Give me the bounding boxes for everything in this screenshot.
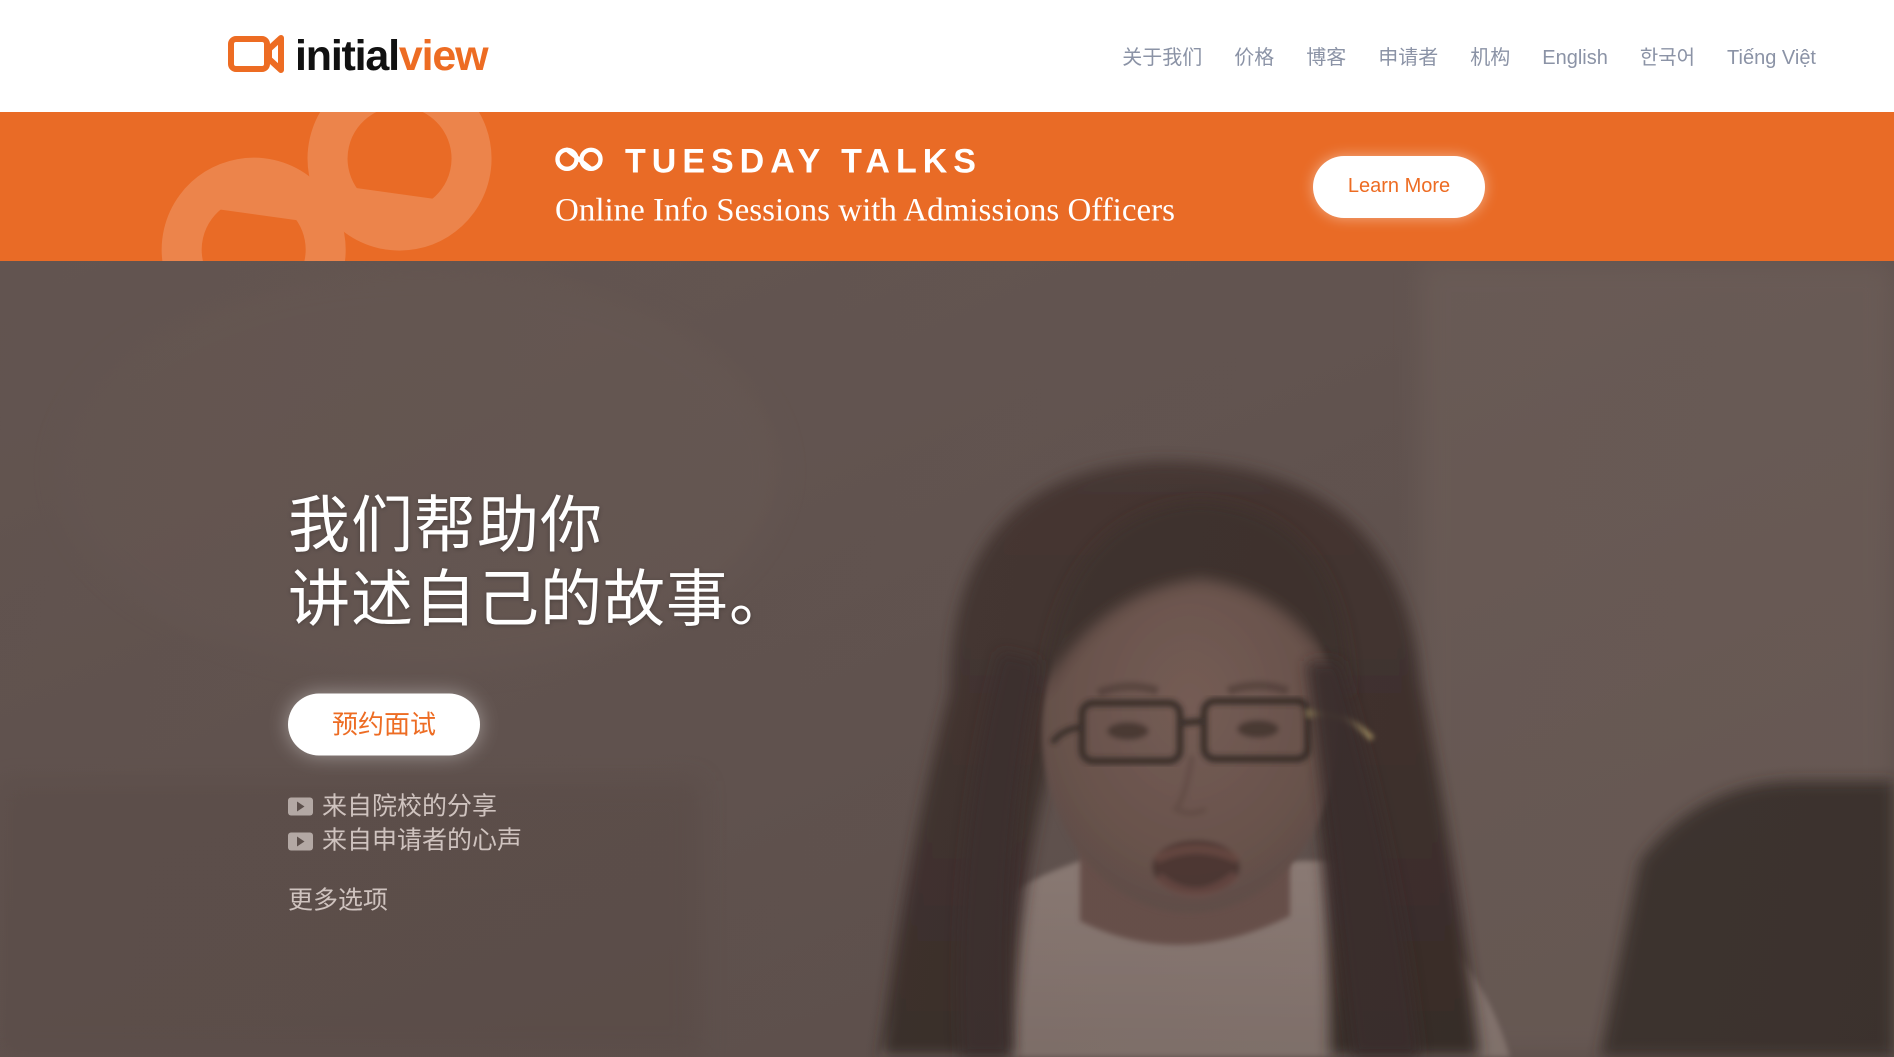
hero-content: 我们帮助你 讲述自己的故事。 预约面试 来自院校的分享 来自申请者的心声 更多选… <box>288 489 792 915</box>
nav-item-lang-korean[interactable]: 한국어 <box>1624 42 1711 74</box>
video-link-applicants[interactable]: 来自申请者的心声 <box>288 826 792 858</box>
hero-video-links: 来自院校的分享 来自申请者的心声 <box>288 791 792 857</box>
play-icon <box>288 832 313 851</box>
video-link-schools[interactable]: 来自院校的分享 <box>288 791 792 823</box>
nav-item-blog[interactable]: 博客 <box>1290 42 1362 74</box>
logo-word-initial: initial <box>295 31 400 80</box>
nav-item-pricing[interactable]: 价格 <box>1218 42 1290 74</box>
banner-title: TUESDAY TALKS <box>625 141 982 180</box>
nav-item-about[interactable]: 关于我们 <box>1106 42 1218 74</box>
video-link-schools-label: 来自院校的分享 <box>322 792 498 820</box>
play-icon <box>288 797 313 816</box>
nav-item-institutions[interactable]: 机构 <box>1454 42 1526 74</box>
promo-banner: TUESDAY TALKS Online Info Sessions with … <box>0 112 1894 261</box>
hero-heading: 我们帮助你 讲述自己的故事。 <box>288 491 793 635</box>
site-header: initialview 关于我们 价格 博客 申请者 机构 English 한국… <box>0 0 1894 112</box>
logo-word-view: view <box>398 31 489 80</box>
banner-subtitle: Online Info Sessions with Admissions Off… <box>555 191 1175 228</box>
hero-section: 我们帮助你 讲述自己的故事。 预约面试 来自院校的分享 来自申请者的心声 更多选… <box>0 261 1894 1057</box>
video-link-applicants-label: 来自申请者的心声 <box>322 826 523 855</box>
main-navigation: 关于我们 价格 博客 申请者 机构 English 한국어 Tiếng Việt <box>1106 42 1832 74</box>
hero-video-still <box>0 261 1894 1057</box>
logo-wordmark: initialview <box>295 31 489 80</box>
video-camera-icon <box>228 33 286 80</box>
hero-cta-wrap: 预约面试 <box>288 637 792 755</box>
book-interview-button[interactable]: 预约面试 <box>288 693 481 755</box>
banner-text-block: TUESDAY TALKS Online Info Sessions with … <box>555 142 1175 231</box>
more-options-link[interactable]: 更多选项 <box>288 885 388 915</box>
banner-inner: TUESDAY TALKS Online Info Sessions with … <box>0 112 1894 261</box>
infinity-link-icon <box>555 144 603 179</box>
nav-item-lang-english[interactable]: English <box>1526 42 1624 74</box>
learn-more-button[interactable]: Learn More <box>1313 155 1485 218</box>
banner-title-row: TUESDAY TALKS <box>555 142 1175 181</box>
nav-item-applicants[interactable]: 申请者 <box>1362 42 1454 74</box>
logo[interactable]: initialview <box>228 31 489 80</box>
nav-item-lang-vietnamese[interactable]: Tiếng Việt <box>1711 42 1832 74</box>
